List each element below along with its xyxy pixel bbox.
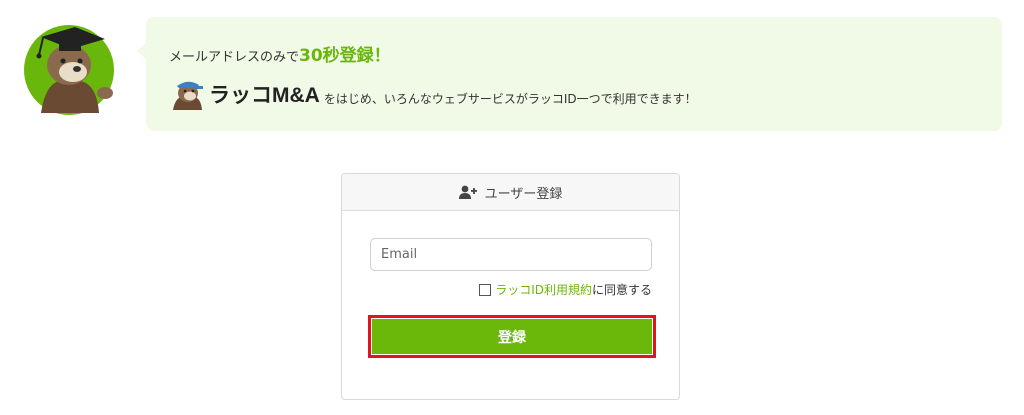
banner-tagline-highlight: 30秒登録！ xyxy=(299,46,391,66)
registration-card: ユーザー登録 ラッコID利用規約 に同意する 登録 xyxy=(341,173,680,400)
card-header-title: ユーザー登録 xyxy=(484,186,563,202)
terms-agreement: ラッコID利用規約 に同意する xyxy=(479,281,652,298)
banner-description: をはじめ、いろんなウェブサービスがラッコID一つで利用できます！ xyxy=(323,92,697,106)
banner-brand-line: ラッコM&A をはじめ、いろんなウェブサービスがラッコID一つで利用できます！ xyxy=(169,78,697,110)
terms-suffix: に同意する xyxy=(591,283,652,297)
submit-highlight-frame: 登録 xyxy=(368,315,656,358)
otter-graduate-mascot-icon xyxy=(19,15,119,115)
otter-brand-icon xyxy=(169,78,205,110)
promo-banner: メールアドレスのみで30秒登録！ ラッコM&A をはじめ、いろんなウェブサービス… xyxy=(137,17,1002,131)
brand-name: ラッコM&A xyxy=(209,84,320,107)
register-button[interactable]: 登録 xyxy=(372,319,652,354)
terms-checkbox[interactable] xyxy=(479,283,492,296)
email-field[interactable] xyxy=(370,238,652,271)
terms-link[interactable]: ラッコID利用規約 xyxy=(495,281,592,298)
user-plus-icon xyxy=(458,185,477,199)
banner-tagline-prefix: メールアドレスのみで xyxy=(169,50,300,65)
card-header: ユーザー登録 xyxy=(342,174,679,211)
banner-tagline: メールアドレスのみで30秒登録！ xyxy=(169,41,391,66)
